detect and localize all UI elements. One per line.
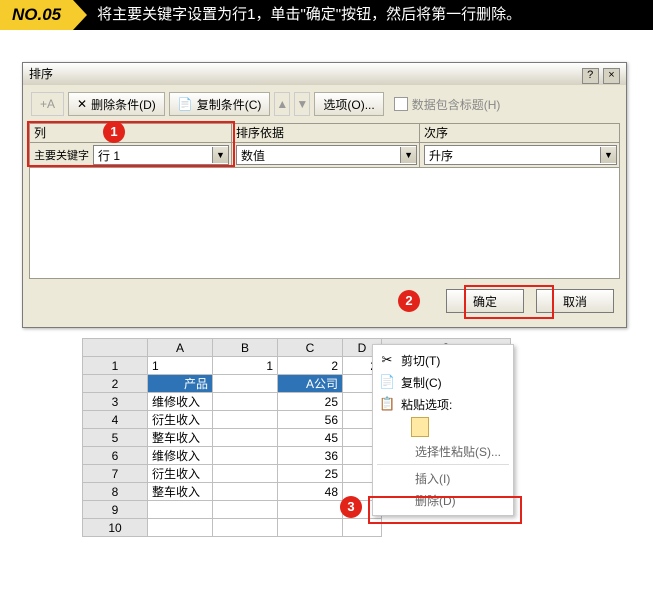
clipboard-icon: 📋 [379,396,395,412]
spreadsheet: A B C D 3 111222产品A公司3维修收入254衍生收入565整车收入… [82,338,653,537]
help-button[interactable]: ? [582,68,599,84]
sort-criteria-row: 主要关键字 行 1 ▼ 数值 ▼ 升序 ▼ [29,143,620,168]
menu-copy[interactable]: 📄复制(C) [373,371,513,393]
row-header[interactable]: 6 [83,447,148,465]
titlebar: 排序 ? × [23,63,626,85]
menu-cut[interactable]: ✂剪切(T) [373,349,513,371]
row-header[interactable]: 9 [83,501,148,519]
checkbox-icon [394,97,408,111]
instruction-banner: NO.05 将主要关键字设置为行1，单击"确定"按钮，然后将第一行删除。 [0,0,653,30]
cell[interactable]: 56 [278,411,343,429]
menu-paste-options: 📋粘贴选项: [373,393,513,415]
dialog-toolbar: +A ✕ 删除条件(D) 📄 复制条件(C) ▲ ▼ 选项(O)... 数据包含… [23,85,626,121]
header-order: 次序 [419,123,620,143]
chevron-down-icon: ▼ [600,147,616,163]
cell[interactable]: 48 [278,483,343,501]
cell[interactable]: 25 [278,393,343,411]
cell[interactable]: 1 [148,357,213,375]
cell[interactable] [213,375,278,393]
header-column: 列 [29,123,231,143]
context-menu: ✂剪切(T) 📄复制(C) 📋粘贴选项: 选择性粘贴(S)... 插入(I) 删… [372,344,514,516]
header-checkbox[interactable]: 数据包含标题(H) [394,96,501,113]
step-number: NO.05 [0,0,73,30]
cell[interactable]: 1 [213,357,278,375]
delete-condition-button[interactable]: ✕ 删除条件(D) [68,92,165,116]
chevron-down-icon: ▼ [400,147,416,163]
close-button[interactable]: × [603,68,620,84]
row-header[interactable]: 10 [83,519,148,537]
cell[interactable] [278,519,343,537]
cell[interactable] [148,501,213,519]
cell[interactable] [213,519,278,537]
sort-dialog: 排序 ? × +A ✕ 删除条件(D) 📄 复制条件(C) ▲ ▼ 选项(O).… [22,62,627,328]
menu-paste-special[interactable]: 选择性粘贴(S)... [373,440,513,462]
col-C[interactable]: C [278,339,343,357]
scissors-icon: ✂ [379,352,395,368]
row-header[interactable]: 4 [83,411,148,429]
col-B[interactable]: B [213,339,278,357]
cell[interactable] [213,501,278,519]
cell[interactable]: 整车收入 [148,429,213,447]
row-header[interactable]: 5 [83,429,148,447]
cell[interactable] [213,411,278,429]
cell[interactable]: 衍生收入 [148,465,213,483]
row-header[interactable]: 1 [83,357,148,375]
callout-1: 1 [103,121,125,143]
cell[interactable]: 25 [278,465,343,483]
ok-button[interactable]: 确定 [446,289,524,313]
primary-key-label: 主要关键字 [32,146,91,164]
cell[interactable]: 整车收入 [148,483,213,501]
criteria-list-area [29,168,620,279]
header-sortby: 排序依据 [231,123,419,143]
cell[interactable] [382,519,511,537]
cell[interactable]: 产品 [148,375,213,393]
chevron-down-icon: ▼ [212,147,228,163]
row-header[interactable]: 3 [83,393,148,411]
cell[interactable] [278,501,343,519]
dialog-title: 排序 [29,63,53,85]
cell[interactable] [213,393,278,411]
plus-icon: +A [40,97,55,111]
add-condition-button[interactable]: +A [31,92,64,116]
paste-option-icon[interactable] [411,417,429,437]
cell[interactable]: 2 [278,357,343,375]
table-row: 10 [83,519,511,537]
row-header[interactable]: 7 [83,465,148,483]
cell[interactable]: A公司 [278,375,343,393]
cell[interactable]: 36 [278,447,343,465]
field-select[interactable]: 行 1 ▼ [93,145,229,165]
order-select[interactable]: 升序 ▼ [424,145,617,165]
row-header[interactable]: 2 [83,375,148,393]
callout-2: 2 [398,290,420,312]
copy-icon: 📄 [379,374,395,390]
corner-cell[interactable] [83,339,148,357]
cell[interactable] [343,519,382,537]
cell[interactable] [213,429,278,447]
cell[interactable]: 衍生收入 [148,411,213,429]
cell[interactable]: 维修收入 [148,447,213,465]
sortby-select[interactable]: 数值 ▼ [236,145,417,165]
cell[interactable] [213,447,278,465]
options-button[interactable]: 选项(O)... [314,92,383,116]
callout-3: 3 [340,496,362,518]
move-down-button[interactable]: ▼ [294,92,310,116]
menu-delete[interactable]: 删除(D) [373,489,513,511]
cell[interactable] [213,483,278,501]
cell[interactable]: 45 [278,429,343,447]
menu-insert[interactable]: 插入(I) [373,467,513,489]
copy-condition-button[interactable]: 📄 复制条件(C) [169,92,271,116]
cell[interactable] [213,465,278,483]
move-up-button[interactable]: ▲ [274,92,290,116]
cell[interactable]: 维修收入 [148,393,213,411]
cell[interactable] [148,519,213,537]
cancel-button[interactable]: 取消 [536,289,614,313]
row-header[interactable]: 8 [83,483,148,501]
banner-text: 将主要关键字设置为行1，单击"确定"按钮，然后将第一行删除。 [97,0,521,30]
col-A[interactable]: A [148,339,213,357]
